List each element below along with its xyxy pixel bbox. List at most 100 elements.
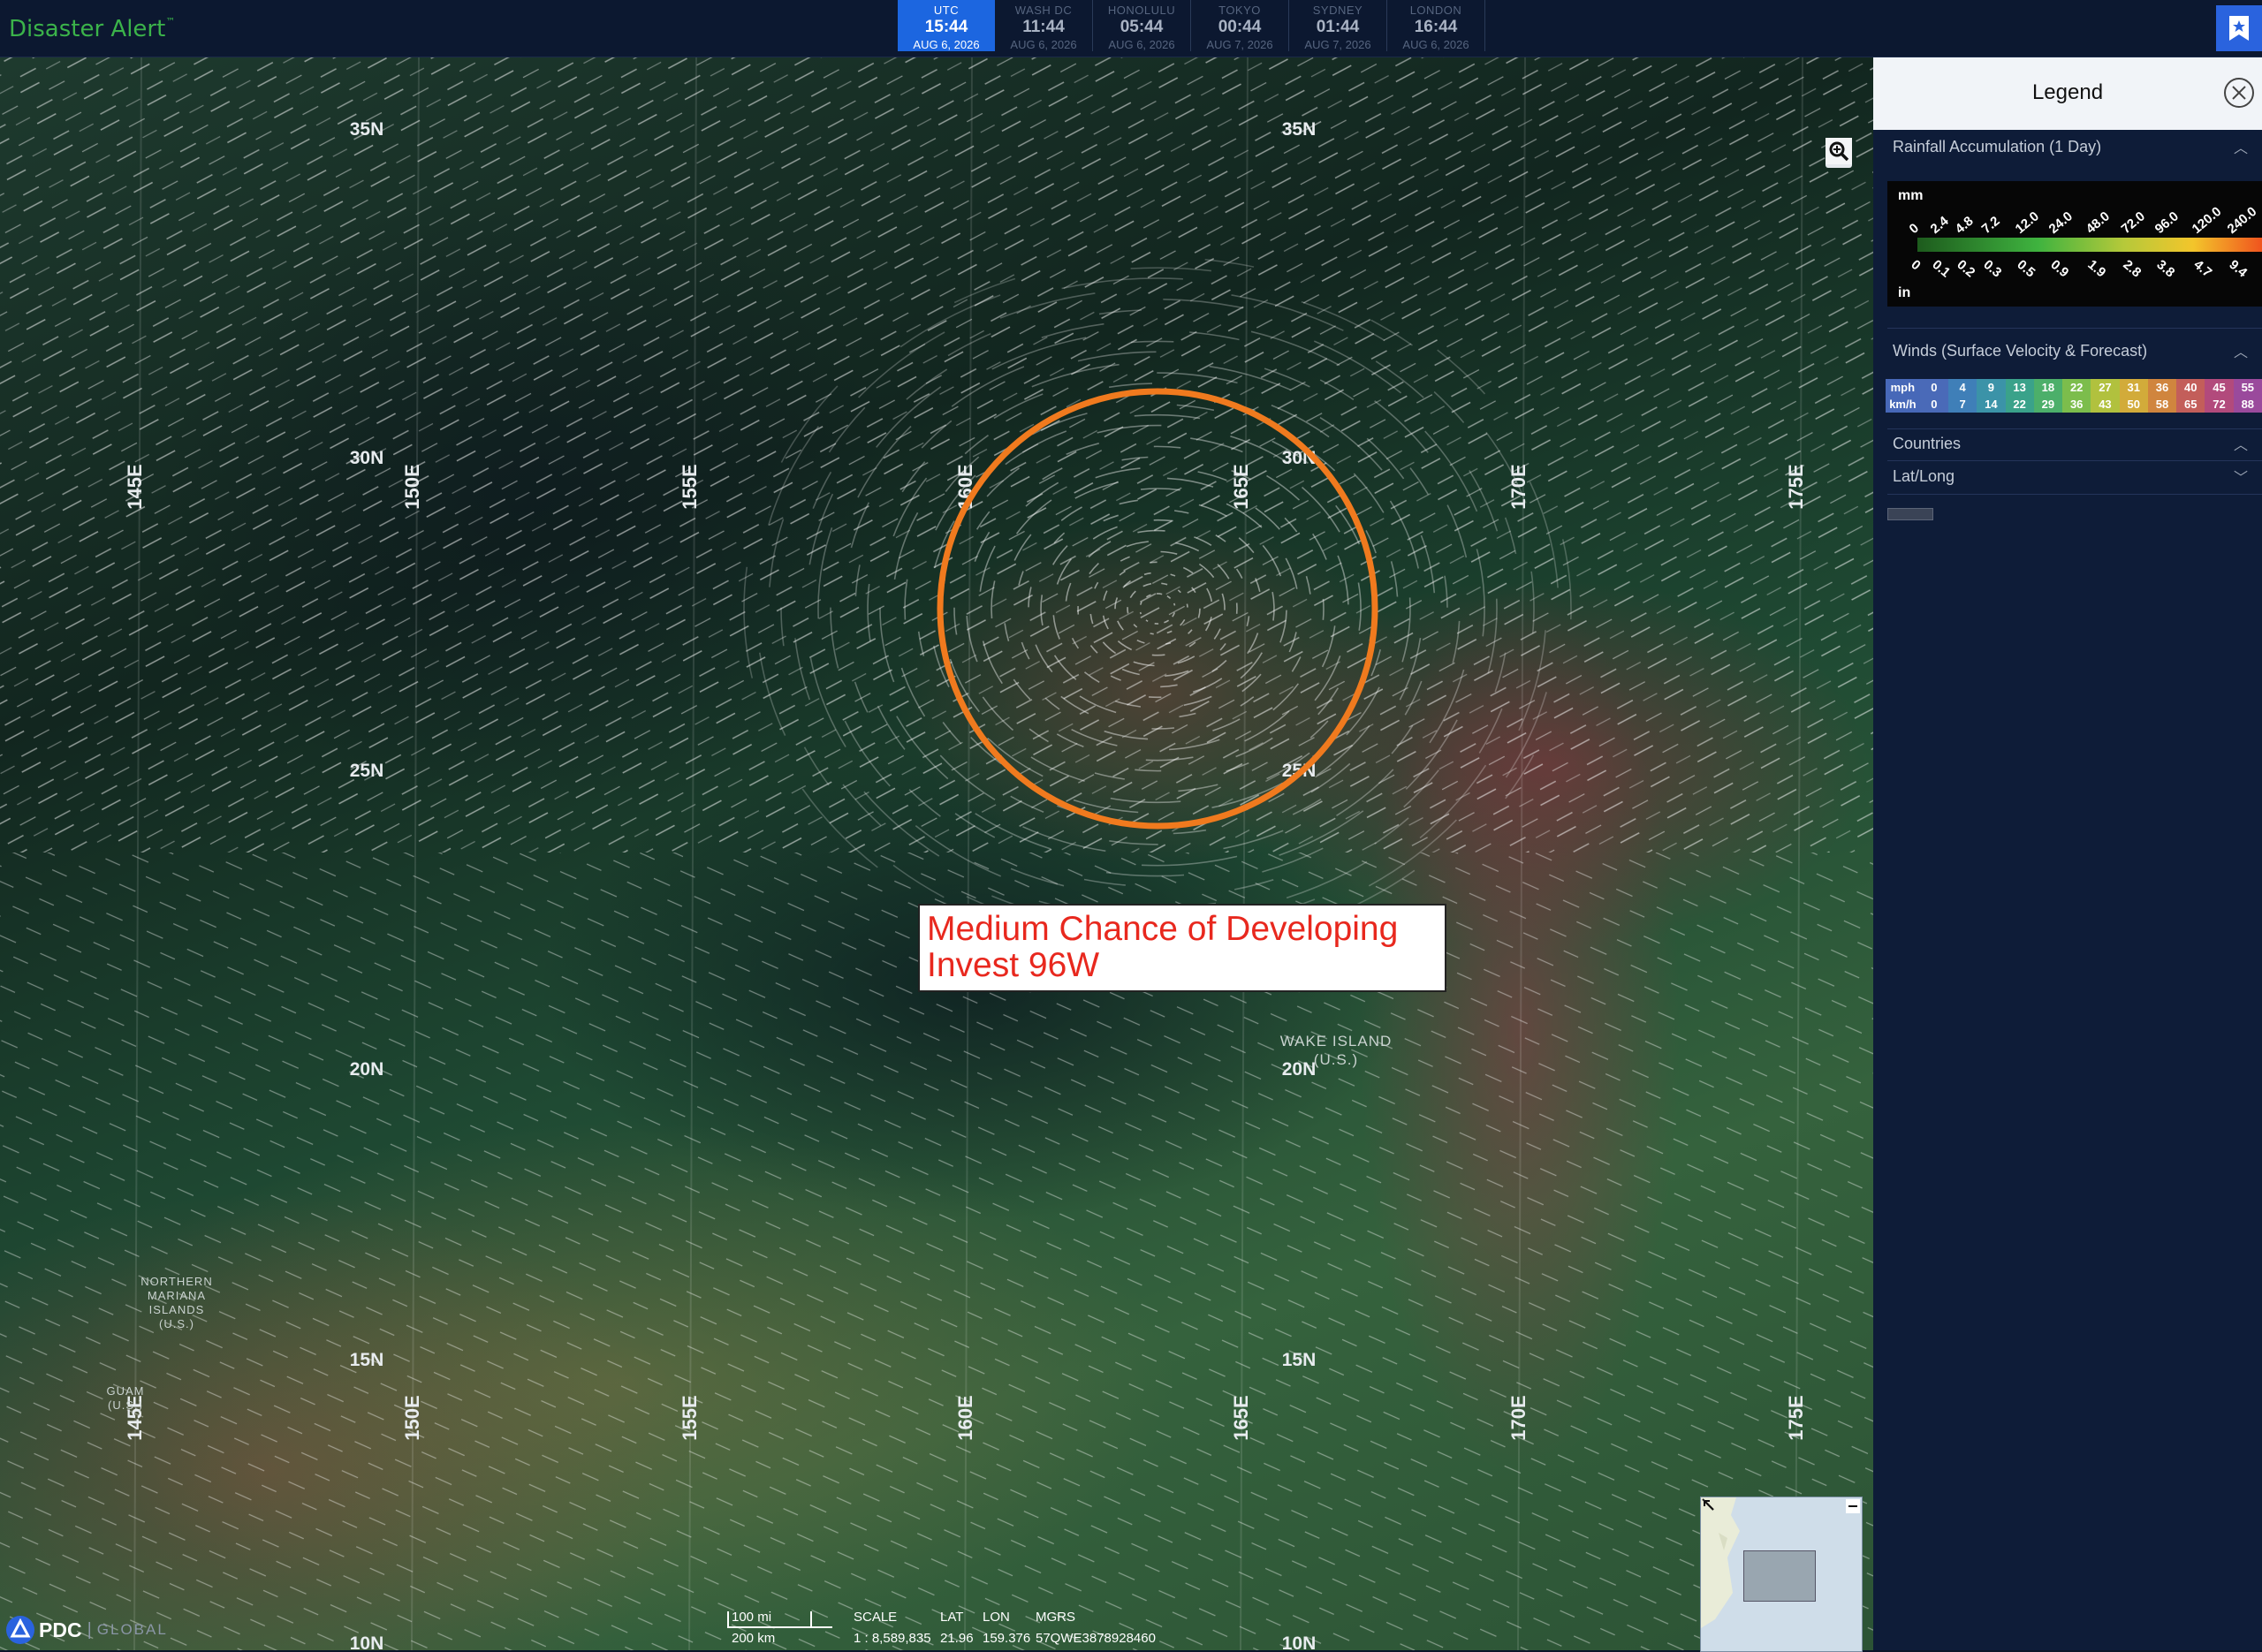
logo-separator: | [87, 1620, 92, 1641]
logo-text: PDC [39, 1618, 82, 1642]
rainfall-in-tick: 3.8 [2153, 257, 2177, 280]
longitude-label: 155E [679, 1395, 701, 1440]
rainfall-unit-in: in [1898, 285, 1910, 301]
clock-date: AUG 6, 2026 [1387, 38, 1484, 51]
clock-time: 11:44 [995, 18, 1092, 37]
wind-mph-cell: 22 [2062, 379, 2091, 396]
zoom-box-button[interactable] [1826, 371, 1856, 401]
rainfall-mm-tick: 0 [1907, 221, 1922, 237]
latitude-label: 35N [1282, 119, 1317, 140]
wind-streak-layer [0, 57, 1873, 853]
latlong-section-title[interactable]: Lat/Long [1893, 467, 1955, 486]
overview-expand-icon[interactable] [1703, 1499, 1717, 1513]
wind-swirl-streak [1174, 603, 1175, 606]
clock-london[interactable]: LONDON16:44AUG 6, 2026 [1387, 0, 1485, 51]
divider [1887, 428, 2262, 429]
zoom-out-button[interactable] [1826, 205, 1856, 235]
latitude-label: 10N [350, 1633, 384, 1650]
latitude-label: 20N [1282, 1059, 1317, 1080]
wind-kmh-cell: 50 [2120, 396, 2148, 413]
latlong-swatch [1887, 508, 1933, 520]
place-line: ISLANDS [149, 1303, 205, 1316]
readout-scale: 1 : 8,589,835 [854, 1631, 931, 1646]
readout-header-lon: LON [983, 1610, 1010, 1625]
longitude-label: 155E [679, 464, 701, 509]
world-clocks: UTC15:44AUG 6, 2026WASH DC11:44AUG 6, 20… [898, 0, 1485, 51]
close-icon[interactable] [2223, 77, 2255, 109]
clock-utc[interactable]: UTC15:44AUG 6, 2026 [898, 0, 995, 51]
wind-mph-cell: 31 [2120, 379, 2148, 396]
wind-kmh-cell: 29 [2034, 396, 2062, 413]
wind-swirl-streak [1150, 562, 1158, 563]
clock-honolulu[interactable]: HONOLULU05:44AUG 6, 2026 [1093, 0, 1191, 51]
overview-map[interactable] [1700, 1497, 1863, 1652]
wind-kmh-cell: 22 [2006, 396, 2034, 413]
clock-wash-dc[interactable]: WASH DC11:44AUG 6, 2026 [995, 0, 1093, 51]
zoom-box-icon [1826, 138, 1852, 164]
rainfall-mm-tick: 72.0 [2119, 208, 2148, 237]
overview-viewport[interactable] [1743, 1550, 1816, 1602]
kmh-label: km/h [1886, 396, 1920, 413]
divider [1887, 460, 2262, 461]
zoom-in-button[interactable] [1826, 173, 1856, 203]
invest-annotation-box[interactable]: Medium Chance of Developing Invest 96W [918, 904, 1446, 992]
wind-kmh-row: km/h0714222936435058657288 [1886, 396, 2262, 413]
longitude-label: 165E [1230, 464, 1252, 509]
wind-mph-row: mph049131822273136404555 [1886, 379, 2262, 396]
clock-sydney[interactable]: SYDNEY01:44AUG 7, 2026 [1289, 0, 1387, 51]
overview-minimize-icon[interactable] [1846, 1499, 1860, 1513]
home-button[interactable] [1826, 240, 1856, 270]
wind-kmh-cell: 36 [2062, 396, 2091, 413]
clock-city: WASH DC [995, 4, 1092, 17]
wind-kmh-cell: 43 [2091, 396, 2119, 413]
rainfall-mm-tick: 48.0 [2084, 208, 2113, 237]
bookmark-star-icon [2228, 15, 2251, 42]
wind-kmh-cell: 7 [1948, 396, 1977, 413]
annotation-line-2: Invest 96W [927, 947, 1438, 983]
clock-date: AUG 6, 2026 [995, 38, 1092, 51]
countries-section-title[interactable]: Countries [1893, 435, 1961, 453]
rotate-right-button[interactable] [1826, 304, 1856, 334]
divider [1887, 494, 2262, 495]
rainfall-unit-mm: mm [1898, 188, 1923, 204]
rainfall-in-tick: 2.8 [2120, 257, 2144, 280]
longitude-label: 170E [1507, 464, 1530, 509]
latitude-label: 25N [350, 761, 384, 781]
logo-subtext: GLOBAL [97, 1621, 168, 1639]
clock-tokyo[interactable]: TOKYO00:44AUG 7, 2026 [1191, 0, 1289, 51]
latlong-collapse-chevron-icon[interactable]: ﹀ [2234, 466, 2248, 487]
scale-bar: 100 mi 200 km [726, 1610, 832, 1645]
rainfall-collapse-chevron-icon[interactable]: ︿ [2234, 136, 2248, 157]
rainfall-in-tick: 0.3 [1980, 257, 2004, 280]
rainfall-in-tick: 0.1 [1929, 257, 1953, 280]
wind-swirl-streak [1150, 633, 1154, 634]
clock-city: LONDON [1387, 4, 1484, 17]
pdc-logo[interactable]: PDC | GLOBAL [5, 1615, 168, 1645]
longitude-label: 150E [401, 464, 423, 509]
winds-section-title[interactable]: Winds (Surface Velocity & Forecast) [1893, 342, 2147, 360]
pan-button[interactable] [1826, 339, 1856, 369]
rainfall-section-title[interactable]: Rainfall Accumulation (1 Day) [1893, 138, 2101, 156]
wind-kmh-cell: 88 [2234, 396, 2262, 413]
clock-city: UTC [898, 4, 995, 17]
alert-bookmark-button[interactable] [2216, 5, 2262, 51]
countries-collapse-chevron-icon[interactable]: ︿ [2234, 433, 2248, 454]
longitude-label: 170E [1507, 1395, 1530, 1440]
rainfall-in-tick: 0.9 [2047, 257, 2071, 280]
rainfall-in-tick: 4.7 [2190, 257, 2214, 280]
latitude-label: 15N [1282, 1350, 1317, 1370]
wind-kmh-cell: 65 [2176, 396, 2205, 413]
wind-swirl-streak [1141, 612, 1142, 614]
rainfall-mm-tick: 120.0 [2190, 204, 2225, 237]
place-line: (U.S.) [108, 1398, 143, 1412]
map-canvas[interactable]: 35N35N30N30N25N25N20N20N15N15N10N10N 145… [0, 57, 1873, 1650]
winds-collapse-chevron-icon[interactable]: ︿ [2234, 340, 2248, 361]
app-title[interactable]: Disaster Alert™ [9, 16, 175, 42]
latitude-label: 30N [350, 448, 384, 468]
legend-panel: Legend Rainfall Accumulation (1 Day) ︿ 0… [1873, 57, 2262, 1650]
rotate-left-button[interactable] [1826, 272, 1856, 302]
wind-mph-cell: 40 [2176, 379, 2205, 396]
annotation-line-1: Medium Chance of Developing [927, 911, 1438, 947]
wind-swirl-streak [1127, 607, 1128, 613]
clock-time: 15:44 [898, 18, 995, 37]
